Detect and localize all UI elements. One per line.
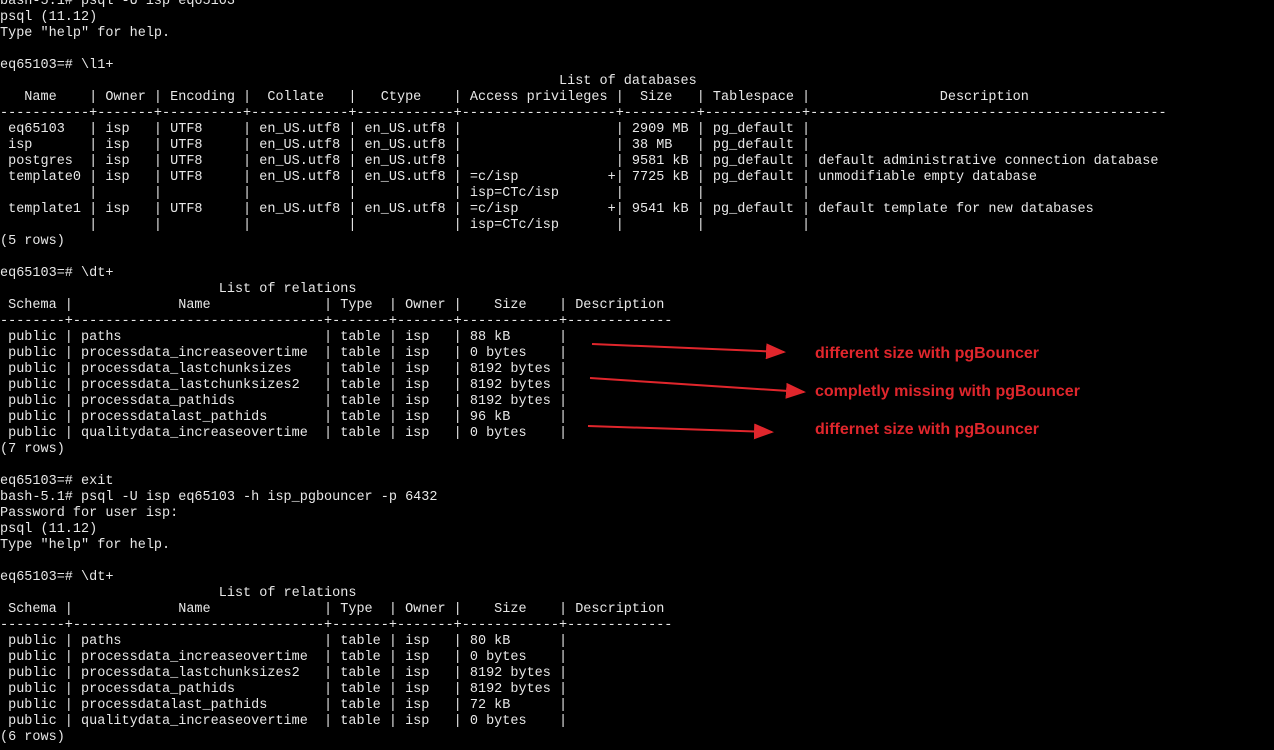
annotation-text: differnet size with pgBouncer	[815, 421, 1040, 438]
table-row: public | processdata_lastchunksizes | ta…	[0, 362, 568, 377]
table-row: public | processdata_lastchunksizes2 | t…	[0, 378, 568, 393]
table-row: public | paths | table | isp | 88 kB |	[0, 330, 568, 345]
table-row: public | processdata_lastchunksizes2 | t…	[0, 666, 568, 681]
table-row: public | processdata_pathids | table | i…	[0, 682, 568, 697]
terminal-line: eq65103=# \dt+	[0, 266, 114, 281]
annotation-text: different size with pgBouncer	[815, 345, 1040, 362]
table-title: List of relations	[0, 282, 357, 297]
table-separator: -----------+-------+----------+---------…	[0, 106, 1167, 121]
table-separator: --------+-------------------------------…	[0, 314, 673, 329]
terminal-line: psql (11.12)	[0, 522, 98, 537]
terminal-line: eq65103=# \dt+	[0, 570, 114, 585]
terminal-line: Type "help" for help.	[0, 26, 171, 41]
arrow-icon	[591, 343, 786, 360]
terminal-line: Type "help" for help.	[0, 538, 171, 553]
terminal-line: psql (11.12)	[0, 10, 98, 25]
table-row: eq65103 | isp | UTF8 | en_US.utf8 | en_U…	[0, 122, 811, 137]
table-row: | | | | | isp=CTc/isp | | |	[0, 186, 811, 201]
table-header: Name | Owner | Encoding | Collate | Ctyp…	[0, 90, 1029, 105]
table-row: public | qualitydata_increaseovertime | …	[0, 714, 568, 729]
terminal-window[interactable]: bash-5.1# psql -U isp eq65103 psql (11.1…	[0, 0, 1274, 750]
row-count: (5 rows)	[0, 234, 65, 249]
arrow-icon	[587, 423, 774, 440]
row-count: (7 rows)	[0, 442, 65, 457]
terminal-line: eq65103=# \l1+	[0, 58, 114, 73]
annotation-text: completly missing with pgBouncer	[815, 383, 1080, 400]
terminal-line: bash-5.1# psql -U isp eq65103	[0, 0, 235, 9]
terminal-line: Password for user isp:	[0, 506, 179, 521]
terminal-line: eq65103=# exit	[0, 474, 114, 489]
table-row: public | processdata_increaseovertime | …	[0, 650, 568, 665]
table-row: public | paths | table | isp | 80 kB |	[0, 634, 568, 649]
table-row: public | processdata_increaseovertime | …	[0, 346, 568, 361]
table-title: List of relations	[0, 586, 357, 601]
table-header: Schema | Name | Type | Owner | Size | De…	[0, 602, 665, 617]
table-header: Schema | Name | Type | Owner | Size | De…	[0, 298, 665, 313]
table-row: template0 | isp | UTF8 | en_US.utf8 | en…	[0, 170, 1037, 185]
table-row: postgres | isp | UTF8 | en_US.utf8 | en_…	[0, 154, 1159, 169]
row-count: (6 rows)	[0, 730, 65, 745]
terminal-line: bash-5.1# psql -U isp eq65103 -h isp_pgb…	[0, 490, 438, 505]
table-row: public | processdatalast_pathids | table…	[0, 698, 568, 713]
table-row: public | processdata_pathids | table | i…	[0, 394, 568, 409]
arrow-icon	[589, 377, 806, 399]
table-row: template1 | isp | UTF8 | en_US.utf8 | en…	[0, 202, 1094, 217]
table-row: public | processdatalast_pathids | table…	[0, 410, 568, 425]
table-row: isp | isp | UTF8 | en_US.utf8 | en_US.ut…	[0, 138, 811, 153]
table-title: List of databases	[0, 74, 697, 89]
table-row: public | qualitydata_increaseovertime | …	[0, 426, 568, 441]
table-row: | | | | | isp=CTc/isp | | |	[0, 218, 811, 233]
table-separator: --------+-------------------------------…	[0, 618, 673, 633]
